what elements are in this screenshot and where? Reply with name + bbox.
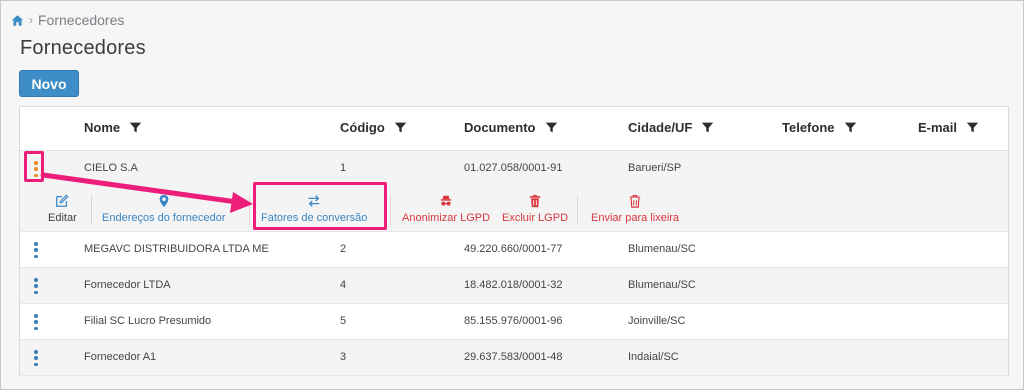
cell-documento: 49.220.660/0001-77 (464, 243, 563, 255)
table-header: Nome Código Documento Cidade/UF Telefone… (20, 107, 1008, 151)
breadcrumb-current: Fornecedores (38, 12, 125, 28)
cell-nome: CIELO S.A (84, 162, 138, 174)
filter-icon[interactable] (844, 121, 857, 134)
table-row[interactable]: Fornecedor A1 3 29.637.583/0001-48 Indai… (20, 340, 1008, 376)
cell-documento: 18.482.018/0001-32 (464, 279, 563, 291)
app-window: › Fornecedores Fornecedores Novo Nome Có… (0, 0, 1024, 390)
anonymize-lgpd-button[interactable]: Anonimizar LGPD (402, 193, 490, 224)
delete-lgpd-button[interactable]: Excluir LGPD (502, 193, 568, 224)
filter-icon[interactable] (966, 121, 979, 134)
table-row[interactable]: Filial SC Lucro Presumido 5 85.155.976/0… (20, 304, 1008, 340)
cell-cidade: Blumenau/SC (628, 279, 696, 291)
cell-codigo: 1 (340, 162, 347, 174)
row-menu-icon[interactable] (31, 276, 41, 296)
cell-cidade: Joinville/SC (628, 315, 686, 327)
cell-cidade: Indaial/SC (628, 351, 679, 363)
swap-arrows-icon (307, 193, 321, 209)
row-menu-icon[interactable] (31, 240, 41, 260)
row-menu-icon[interactable] (31, 348, 41, 368)
send-to-trash-button[interactable]: Enviar para lixeira (591, 193, 679, 224)
table-row[interactable]: CIELO S.A 1 01.027.058/0001-91 Barueri/S… (20, 151, 1008, 232)
cell-documento: 29.637.583/0001-48 (464, 351, 563, 363)
table-row[interactable]: MEGAVC DISTRIBUIDORA LTDA ME 2 49.220.66… (20, 232, 1008, 268)
cell-nome: Filial SC Lucro Presumido (84, 315, 212, 327)
incognito-icon (439, 193, 453, 209)
column-header-telefone: Telefone (782, 120, 857, 135)
trash-icon (528, 193, 542, 209)
breadcrumb: › Fornecedores (11, 11, 124, 29)
row-menu-icon[interactable] (31, 312, 41, 332)
map-pin-icon (157, 193, 171, 209)
table-row[interactable]: Fornecedor LTDA 4 18.482.018/0001-32 Blu… (20, 268, 1008, 304)
supplier-addresses-button[interactable]: Endereços do fornecedor (102, 193, 226, 224)
filter-icon[interactable] (129, 121, 142, 134)
chevron-right-icon: › (29, 13, 33, 27)
row-actions-bar: Editar Endereços do fornecedor Fatores d… (20, 189, 1008, 231)
cell-codigo: 2 (340, 243, 347, 255)
cell-cidade: Blumenau/SC (628, 243, 696, 255)
filter-icon[interactable] (701, 121, 714, 134)
suppliers-table: Nome Código Documento Cidade/UF Telefone… (19, 106, 1009, 376)
edit-button[interactable]: Editar (48, 193, 77, 224)
cell-nome: MEGAVC DISTRIBUIDORA LTDA ME (84, 243, 269, 255)
column-header-email: E-mail (918, 120, 979, 135)
home-icon[interactable] (11, 14, 24, 27)
filter-icon[interactable] (394, 121, 407, 134)
page-title: Fornecedores (20, 37, 146, 59)
cell-nome: Fornecedor LTDA (84, 279, 171, 291)
cell-codigo: 4 (340, 279, 347, 291)
column-header-nome: Nome (84, 120, 142, 135)
cell-nome: Fornecedor A1 (84, 351, 157, 363)
divider (577, 195, 578, 225)
divider (249, 195, 250, 225)
cell-documento: 85.155.976/0001-96 (464, 315, 563, 327)
cell-codigo: 3 (340, 351, 347, 363)
column-header-cidade: Cidade/UF (628, 120, 714, 135)
conversion-factors-button[interactable]: Fatores de conversão (261, 193, 367, 224)
column-header-documento: Documento (464, 120, 558, 135)
divider (91, 195, 92, 225)
trash-outline-icon (628, 193, 642, 209)
edit-icon (55, 193, 69, 209)
new-supplier-button[interactable]: Novo (19, 70, 79, 97)
filter-icon[interactable] (545, 121, 558, 134)
cell-cidade: Barueri/SP (628, 162, 682, 174)
cell-documento: 01.027.058/0001-91 (464, 162, 563, 174)
cell-codigo: 5 (340, 315, 347, 327)
column-header-codigo: Código (340, 120, 407, 135)
divider (390, 195, 391, 225)
row-menu-icon[interactable] (31, 159, 41, 179)
